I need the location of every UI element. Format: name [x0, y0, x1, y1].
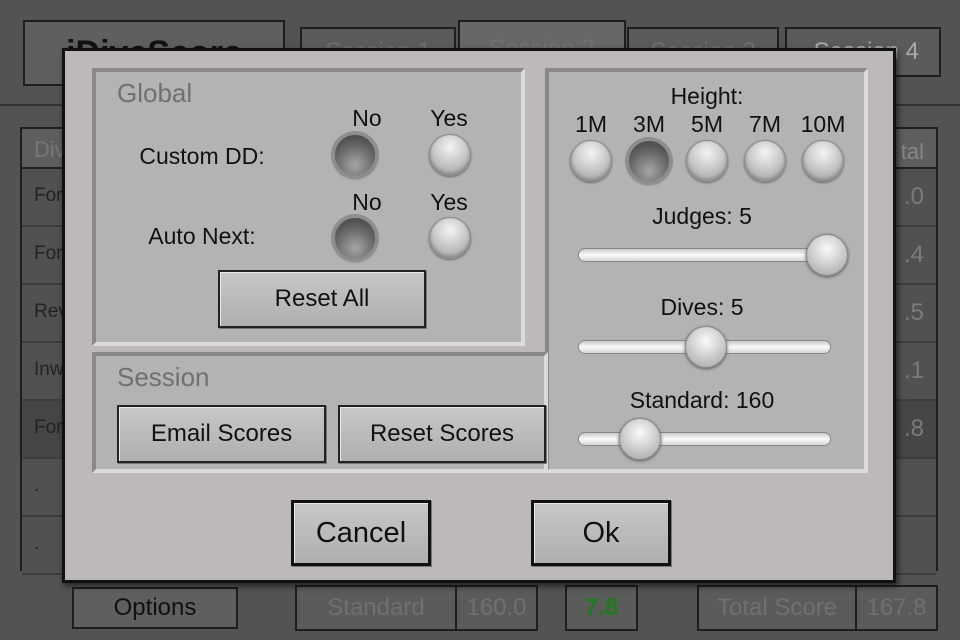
reset-scores-button[interactable]: Reset Scores: [338, 405, 546, 463]
row-dive: Inw: [34, 359, 64, 380]
height-radio-1M[interactable]: [570, 140, 612, 182]
global-title: Global: [117, 78, 193, 108]
row-dive: For: [34, 185, 63, 206]
row-total: .0: [903, 183, 924, 210]
row-total: .5: [903, 299, 924, 326]
dives-slider[interactable]: [578, 326, 831, 368]
options-dialog: Global Session No Yes Custom DD: No Yes …: [62, 48, 896, 583]
standard-label: Standard: [295, 585, 457, 631]
session-title: Session: [117, 362, 210, 392]
custom-dd-no-label: No: [352, 105, 382, 131]
row-total: .1: [903, 357, 924, 384]
judges-slider-thumb[interactable]: [806, 234, 848, 276]
standard-slider-label: Standard: 160: [629, 387, 775, 413]
judges-slider[interactable]: [578, 234, 848, 276]
judges-label: Judges: 5: [652, 203, 752, 229]
row-total: .4: [903, 241, 924, 268]
cancel-button[interactable]: Cancel: [291, 500, 431, 566]
table-header-dive: Div: [34, 137, 66, 162]
auto-next-yes-radio[interactable]: [429, 217, 471, 259]
auto-next-no-radio[interactable]: [334, 217, 376, 259]
dives-slider-thumb[interactable]: [684, 326, 727, 368]
ok-button[interactable]: Ok: [531, 500, 671, 566]
height-radio-5M[interactable]: [686, 140, 728, 182]
row-total: .8: [903, 415, 924, 442]
standard-slider-thumb[interactable]: [619, 418, 662, 460]
custom-dd-yes-label: Yes: [430, 105, 468, 131]
custom-dd-no-radio[interactable]: [334, 134, 376, 176]
total-score-label: Total Score: [697, 585, 857, 631]
row-dive: For: [34, 243, 63, 264]
row-dive: For: [34, 417, 63, 438]
height-option-label: 7M: [749, 111, 781, 137]
row-dive: .: [34, 533, 40, 554]
auto-next-label: Auto Next:: [148, 223, 256, 249]
row-dive: .: [34, 475, 40, 496]
options-button[interactable]: Options: [72, 587, 238, 629]
standard-slider[interactable]: [578, 418, 831, 460]
height-option-label: 3M: [633, 111, 665, 137]
dd-value: 7.8: [565, 585, 638, 631]
dives-label: Dives: 5: [660, 294, 744, 320]
reset-all-button[interactable]: Reset All: [218, 270, 426, 328]
height-radio-3M[interactable]: [628, 140, 670, 182]
auto-next-yes-label: Yes: [430, 189, 468, 215]
height-label: Height:: [670, 83, 744, 109]
height-option-label: 10M: [800, 111, 846, 137]
total-score-value: 167.8: [855, 585, 938, 631]
custom-dd-label: Custom DD:: [139, 143, 265, 169]
height-radio-10M[interactable]: [802, 140, 844, 182]
height-option-label: 5M: [691, 111, 723, 137]
height-option-label: 1M: [575, 111, 607, 137]
standard-value: 160.0: [455, 585, 538, 631]
table-header-total: tal: [900, 139, 924, 164]
email-scores-button[interactable]: Email Scores: [117, 405, 326, 463]
custom-dd-yes-radio[interactable]: [429, 134, 471, 176]
height-radio-7M[interactable]: [744, 140, 786, 182]
auto-next-no-label: No: [352, 189, 382, 215]
